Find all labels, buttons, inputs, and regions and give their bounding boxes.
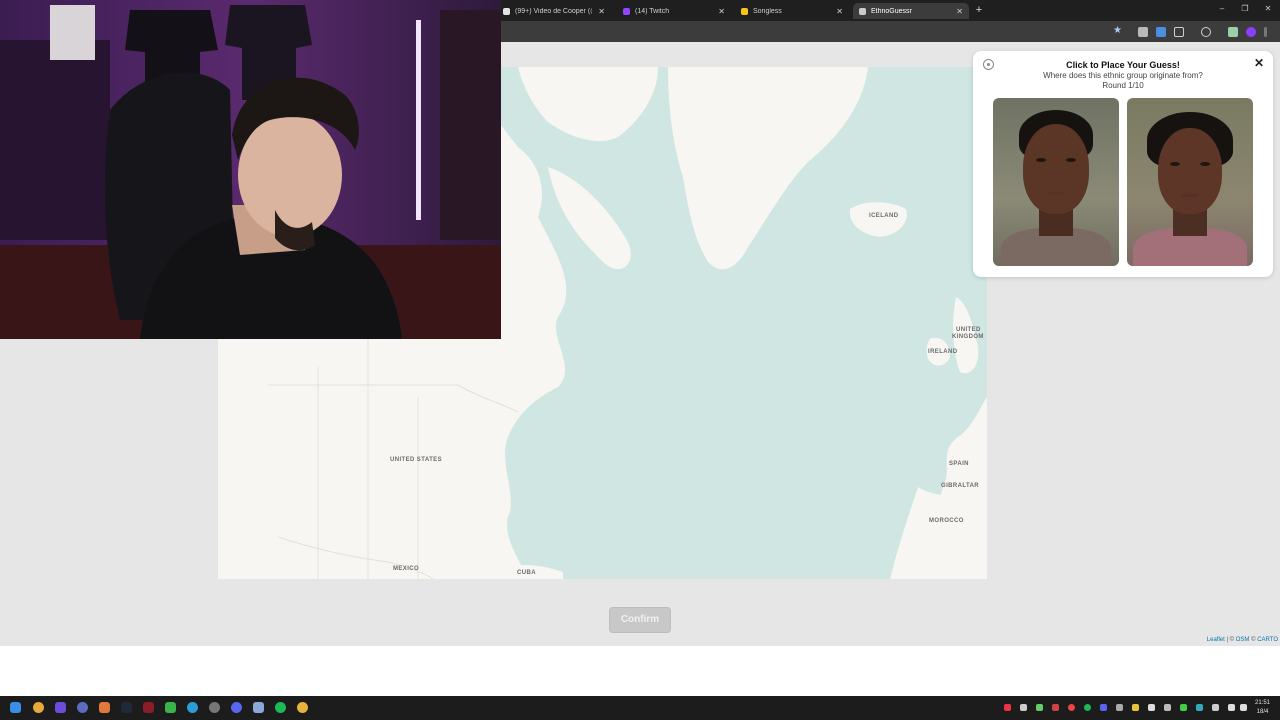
songless-icon (741, 7, 748, 15)
windows-taskbar: 21:51 18/4 (0, 696, 1280, 720)
baffin-island-landmass (548, 167, 631, 270)
tray-icon[interactable] (1004, 704, 1011, 711)
page-footer-area (0, 646, 1280, 696)
minimize-button[interactable]: – (1214, 4, 1230, 13)
tab-label: (14) Twitch (635, 7, 670, 15)
leaflet-link[interactable]: Leaflet (1207, 637, 1225, 643)
map-label-morocco: MOROCCO (929, 518, 964, 524)
greenland-landmass (668, 67, 868, 270)
twitch-icon (623, 7, 630, 15)
tray-icon[interactable] (1100, 704, 1107, 711)
extension-icon[interactable] (1138, 27, 1148, 37)
tab-close-icon[interactable]: ✕ (836, 7, 843, 16)
window-close-button[interactable]: ✕ (1260, 4, 1276, 13)
osm-link[interactable]: OSM (1236, 637, 1250, 643)
bookmark-star-icon[interactable]: ★ (1113, 25, 1122, 36)
steam-icon[interactable] (121, 702, 132, 713)
tray-icon[interactable] (1148, 704, 1155, 711)
taskbar-clock[interactable]: 21:51 18/4 (1255, 699, 1270, 717)
new-tab-button[interactable]: + (974, 3, 984, 17)
tab-label: EthnoGuessr (871, 7, 912, 15)
face-image-female[interactable] (1127, 98, 1253, 266)
attribution-separator: | © (1224, 637, 1236, 643)
webcam-feed (0, 0, 501, 339)
guess-panel-title: Click to Place Your Guess! (1066, 60, 1180, 70)
tab-close-icon[interactable]: ✕ (718, 7, 725, 16)
clock-time: 21:51 (1254, 700, 1270, 706)
carto-link[interactable]: CARTO (1257, 637, 1278, 643)
tray-icon[interactable] (1036, 704, 1043, 711)
tray-icon[interactable] (1132, 704, 1139, 711)
tab-label: Songless (753, 7, 782, 15)
africa-landmass (890, 487, 987, 579)
tab-close-icon[interactable]: ✕ (956, 7, 963, 16)
extension-icon[interactable] (1228, 27, 1238, 37)
bookmarks-icon[interactable] (1201, 27, 1211, 37)
ethnoguessr-icon (859, 7, 866, 15)
tray-icon[interactable] (1052, 704, 1059, 711)
map-label-uk-line1: UNITED (956, 327, 981, 333)
spotify-icon[interactable] (275, 702, 286, 713)
tab-tiktok[interactable]: (99+) Video de Cooper (@femb ✕ (497, 3, 611, 19)
app-icon[interactable] (143, 702, 154, 713)
tab-ethnoguessr[interactable]: EthnoGuessr ✕ (853, 3, 969, 19)
map-label-united-states: UNITED STATES (390, 457, 442, 463)
tab-twitch[interactable]: (14) Twitch ✕ (617, 3, 731, 19)
app-icon[interactable] (55, 702, 66, 713)
menu-kebab-icon[interactable] (1264, 27, 1267, 37)
app-icon[interactable] (209, 702, 220, 713)
iceland-landmass (849, 202, 907, 237)
discord-icon[interactable] (231, 702, 242, 713)
windows-start-icon[interactable] (10, 702, 21, 713)
tab-songless[interactable]: Songless ✕ (735, 3, 849, 19)
map-label-gibraltar: GIBRALTAR (941, 483, 980, 489)
map-label-ireland: IRELAND (928, 349, 958, 355)
maximize-button[interactable]: ❐ (1237, 4, 1253, 13)
network-icon[interactable] (1228, 704, 1235, 711)
extensions-puzzle-icon[interactable] (1174, 27, 1184, 37)
search-icon[interactable] (33, 702, 44, 713)
profile-avatar[interactable] (1246, 27, 1256, 37)
guess-panel-subtitle: Where does this ethnic group originate f… (1043, 71, 1203, 80)
tray-icon[interactable] (1164, 704, 1171, 711)
confirm-button[interactable]: Confirm (609, 607, 671, 633)
tab-close-icon[interactable]: ✕ (598, 7, 605, 16)
map-label-cuba: CUBA (517, 570, 536, 576)
tray-icon[interactable] (1180, 704, 1187, 711)
microphone-icon[interactable] (1212, 704, 1219, 711)
tab-label: (99+) Video de Cooper (@femb (515, 7, 592, 15)
map-attribution: Leaflet | © OSM © CARTO (1207, 637, 1278, 643)
round-counter: Round 1/10 (1102, 81, 1144, 90)
face-image-male[interactable] (993, 98, 1119, 266)
tray-icon[interactable] (1196, 704, 1203, 711)
app-icon[interactable] (99, 702, 110, 713)
map-label-spain: SPAIN (949, 461, 969, 467)
map-label-mexico: MEXICO (393, 566, 420, 572)
tray-icon[interactable] (1020, 704, 1027, 711)
webcam-overlay (0, 0, 501, 339)
app-icon[interactable] (165, 702, 176, 713)
map-label-uk-line2: KINGDOM (952, 334, 984, 340)
tiktok-icon (503, 7, 510, 15)
app-icon[interactable] (187, 702, 198, 713)
volume-icon[interactable] (1240, 704, 1247, 711)
map-label-iceland: ICELAND (869, 213, 899, 219)
guess-panel: ✕ Click to Place Your Guess! Where does … (973, 51, 1273, 277)
tray-icon[interactable] (1084, 704, 1091, 711)
tray-icon[interactable] (1116, 704, 1123, 711)
chrome-icon[interactable] (297, 702, 308, 713)
app-icon[interactable] (77, 702, 88, 713)
tray-icon[interactable] (1068, 704, 1075, 711)
extension-icon[interactable] (1156, 27, 1166, 37)
clock-date: 18/4 (1256, 709, 1269, 715)
app-icon[interactable] (253, 702, 264, 713)
arctic-islands-landmass (518, 67, 658, 142)
